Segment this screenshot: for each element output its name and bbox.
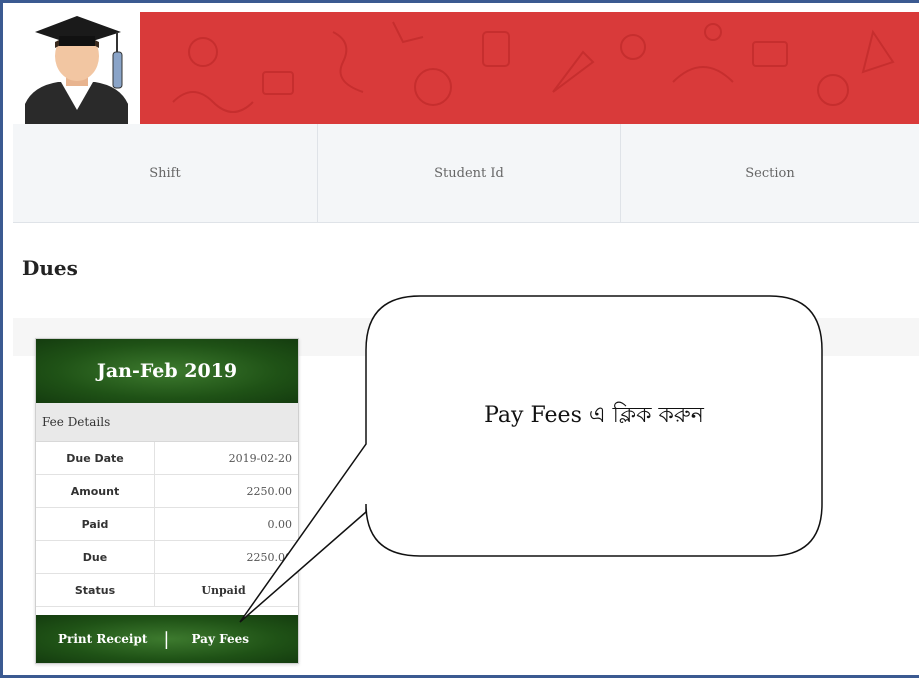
callout-bubble xyxy=(239,295,823,623)
callout-text: Pay Fees এ ক্লিক করুন xyxy=(484,403,704,428)
callout-overlay xyxy=(239,295,823,623)
